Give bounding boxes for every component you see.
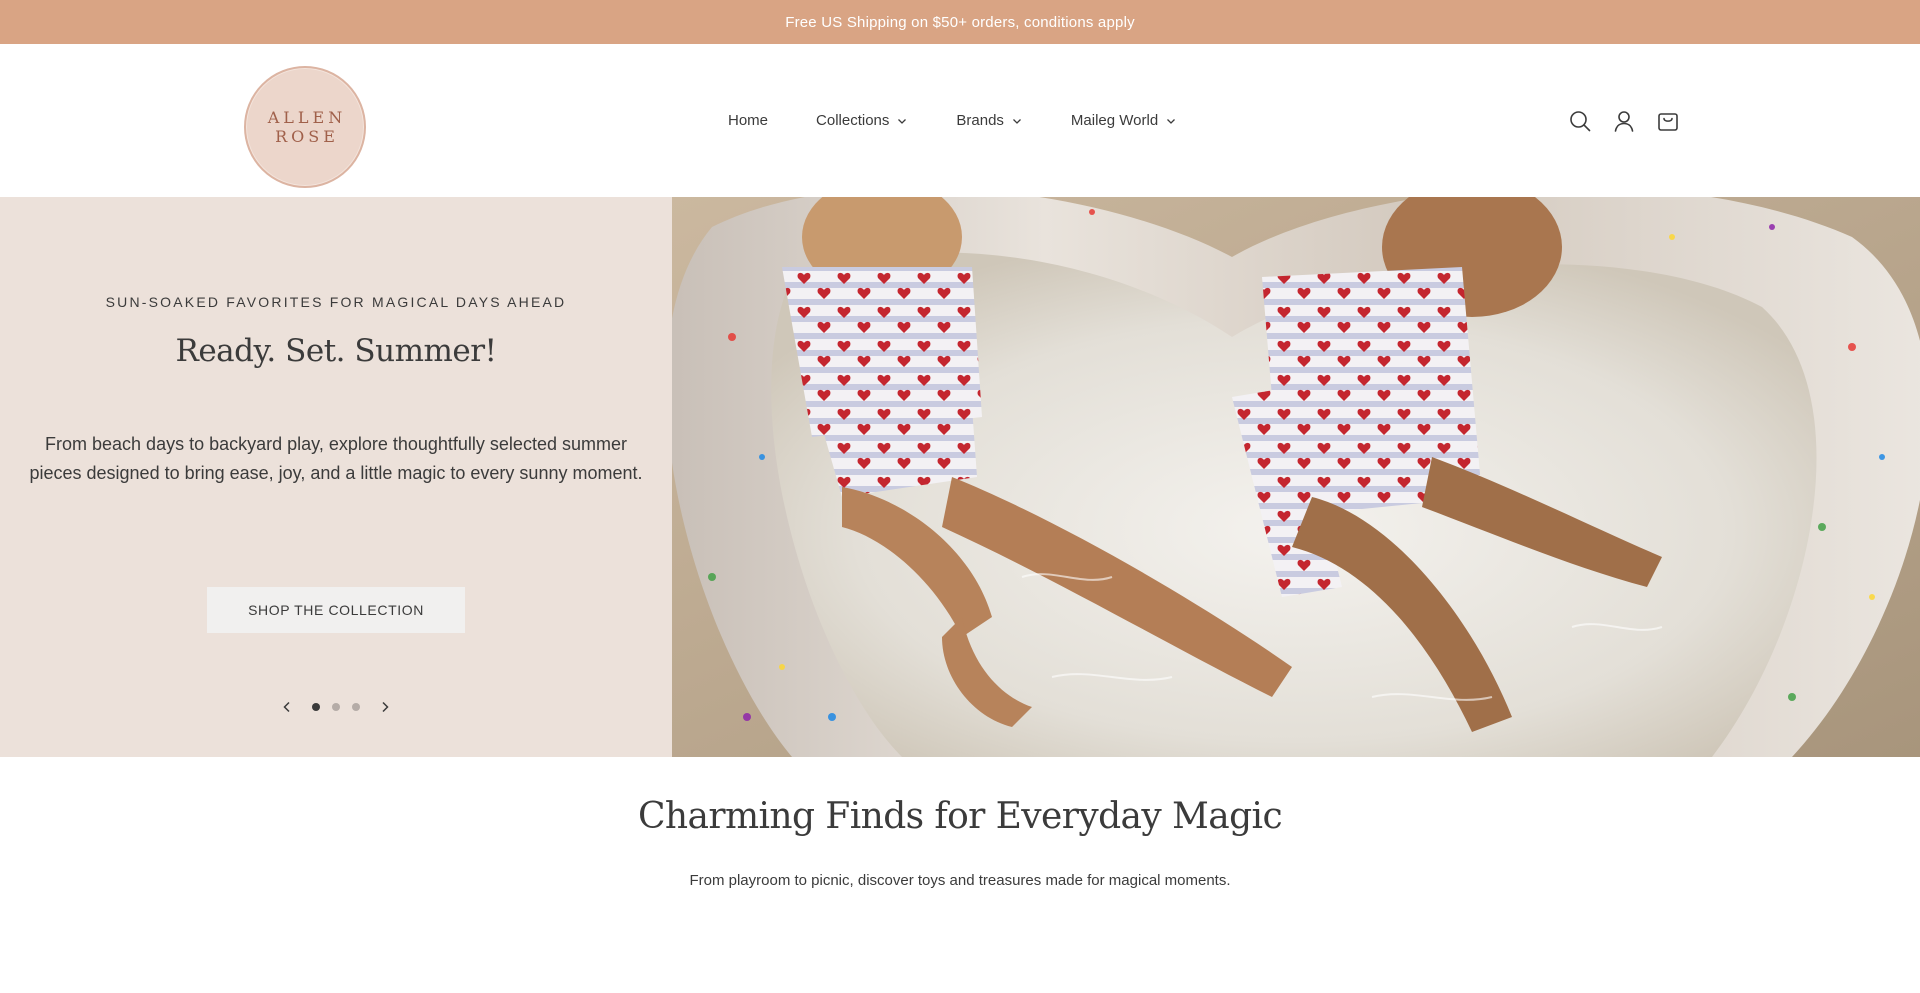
cart-icon[interactable] — [1656, 109, 1680, 133]
announcement-bar: Free US Shipping on $50+ orders, conditi… — [0, 0, 1920, 44]
nav-item-home[interactable]: Home — [728, 112, 768, 129]
chevron-down-icon — [898, 118, 907, 124]
hero-photo-illustration — [672, 197, 1920, 757]
slider-dot-3[interactable] — [352, 703, 360, 711]
chevron-down-icon — [1167, 118, 1176, 124]
nav-item-label: Home — [728, 112, 769, 129]
shop-collection-button[interactable]: SHOP THE COLLECTION — [207, 587, 465, 633]
section-subtitle: From playroom to picnic, discover toys a… — [689, 872, 1231, 889]
logo-line-1: ALLEN — [267, 108, 347, 127]
hero-body: From beach days to backyard play, explor… — [29, 434, 643, 483]
slider-dots — [306, 703, 366, 711]
search-icon[interactable] — [1568, 109, 1592, 133]
nav-item-collections[interactable]: Collections — [816, 112, 908, 129]
section-title: Charming Finds for Everyday Magic — [637, 796, 1283, 837]
logo[interactable]: ALLEN ROSE — [244, 66, 366, 188]
hero-image — [672, 197, 1920, 757]
slider-dot-2[interactable] — [332, 703, 340, 711]
nav-item-brands[interactable]: Brands — [956, 112, 1023, 129]
header-icons — [1568, 44, 1680, 197]
hero-slider: SUN-SOAKED FAVORITES FOR MAGICAL DAYS AH… — [0, 197, 1920, 757]
announcement-text: Free US Shipping on $50+ orders, conditi… — [785, 13, 1135, 31]
hero-text-panel: SUN-SOAKED FAVORITES FOR MAGICAL DAYS AH… — [0, 197, 672, 757]
chevron-right-icon[interactable] — [378, 700, 392, 714]
nav-item-label: Collections — [816, 112, 890, 129]
hero-title: Ready. Set. Summer! — [175, 333, 497, 369]
chevron-left-icon[interactable] — [280, 700, 294, 714]
account-icon[interactable] — [1612, 109, 1636, 133]
site-header: ALLEN ROSE Home Collections Brands Maile… — [0, 44, 1920, 197]
hero-eyebrow: SUN-SOAKED FAVORITES FOR MAGICAL DAYS AH… — [105, 294, 567, 310]
nav-item-label: Maileg World — [1070, 112, 1159, 129]
nav-item-label: Brands — [956, 112, 1004, 129]
slider-dot-1[interactable] — [312, 703, 320, 711]
logo-line-2: ROSE — [275, 127, 339, 146]
nav-item-maileg-world[interactable]: Maileg World — [1071, 112, 1177, 129]
main-nav: Home Collections Brands Maileg World — [728, 44, 1225, 197]
chevron-down-icon — [1012, 118, 1021, 124]
slider-controls — [280, 699, 392, 715]
